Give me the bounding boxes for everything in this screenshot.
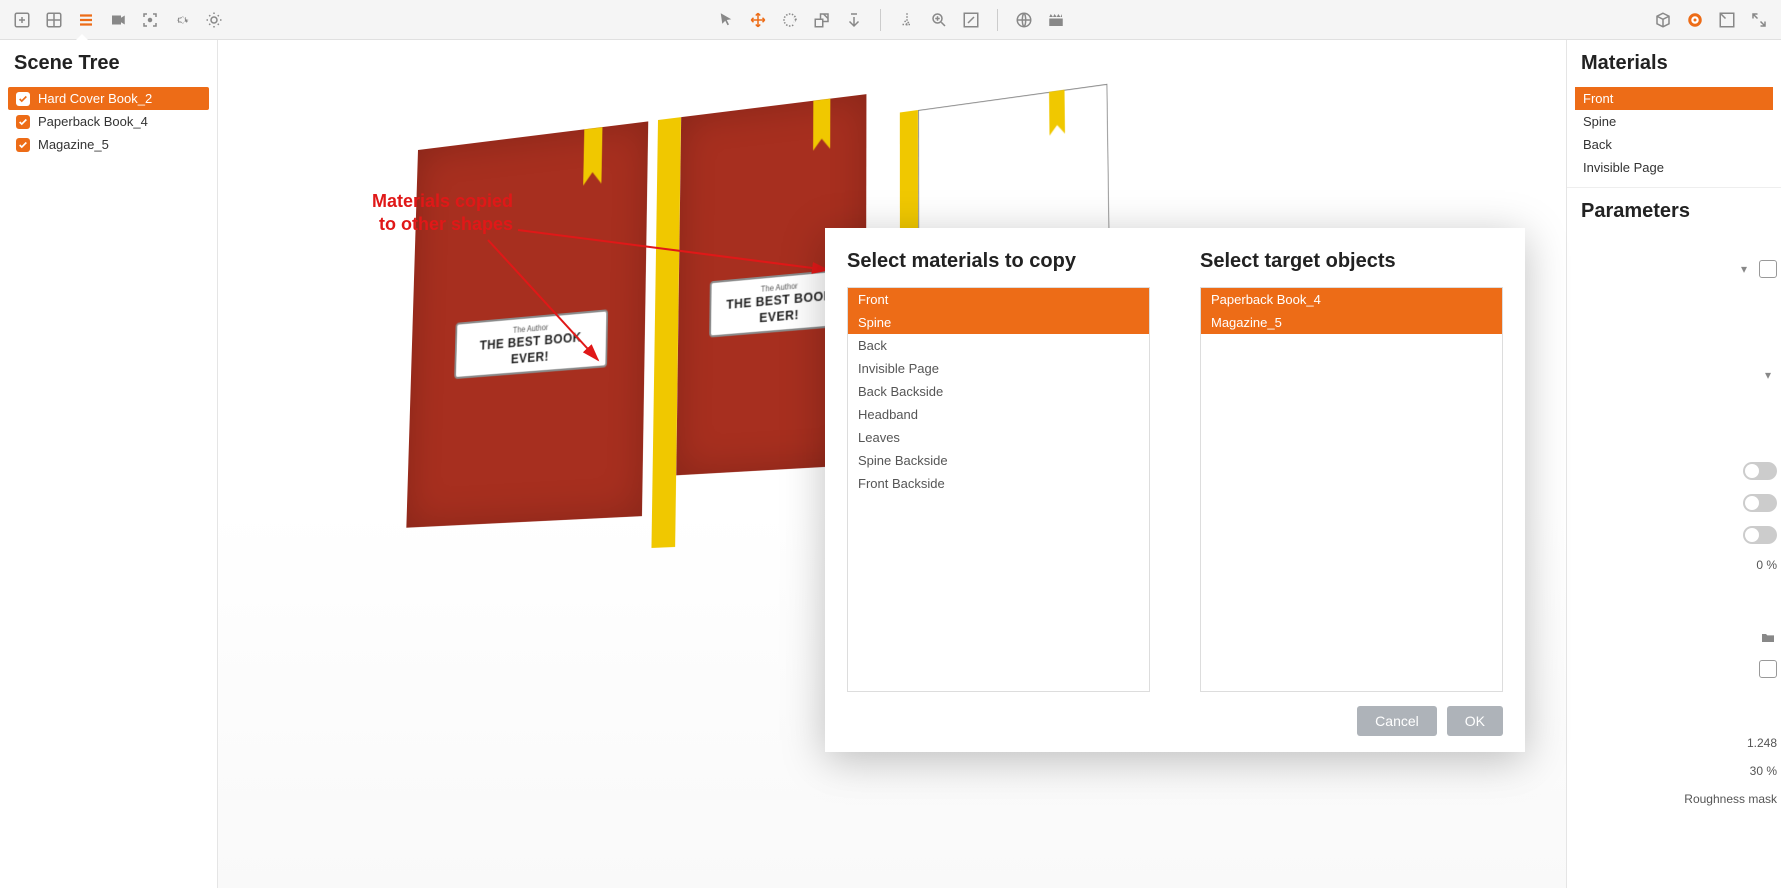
sun-icon[interactable]: [200, 6, 228, 34]
material-item[interactable]: Front: [1575, 87, 1773, 110]
materials-title: Materials: [1567, 40, 1781, 85]
rotate-icon[interactable]: [776, 6, 804, 34]
scale-icon[interactable]: [808, 6, 836, 34]
toolbar-separator: [880, 9, 881, 31]
dialog-material-item[interactable]: Leaves: [848, 426, 1149, 449]
globe-icon[interactable]: [1010, 6, 1038, 34]
material-item[interactable]: Spine: [1575, 110, 1773, 133]
scene-tree-item[interactable]: Hard Cover Book_2: [8, 87, 209, 110]
material-icon[interactable]: [1681, 6, 1709, 34]
tree-item-label: Paperback Book_4: [38, 114, 148, 129]
scene-tree-title: Scene Tree: [0, 40, 217, 85]
value-label: 1.248: [1747, 736, 1777, 750]
dialog-material-item[interactable]: Back: [848, 334, 1149, 357]
grid-icon[interactable]: [40, 6, 68, 34]
scene-tree-item[interactable]: Paperback Book_4: [8, 110, 209, 133]
scene-tree-item[interactable]: Magazine_5: [8, 133, 209, 156]
visibility-checkbox[interactable]: [16, 92, 30, 106]
chevron-down-icon[interactable]: ▾: [1759, 366, 1777, 384]
dialog-material-item[interactable]: Back Backside: [848, 380, 1149, 403]
move-icon[interactable]: [744, 6, 772, 34]
value-label: 0 %: [1756, 558, 1777, 572]
material-item[interactable]: Invisible Page: [1575, 156, 1773, 179]
list-icon[interactable]: [72, 6, 100, 34]
clapper-icon[interactable]: [1042, 6, 1070, 34]
toggle[interactable]: [1743, 462, 1777, 480]
add-icon[interactable]: [8, 6, 36, 34]
dialog-material-item[interactable]: Spine: [848, 311, 1149, 334]
expand-icon[interactable]: [1745, 6, 1773, 34]
parameters-controls: ▾ ▾ 0 % 1.248 30 % Roughness mask: [1684, 260, 1777, 806]
ok-button[interactable]: OK: [1447, 706, 1503, 736]
dialog-target-item[interactable]: Paperback Book_4: [1201, 288, 1502, 311]
toggle[interactable]: [1743, 526, 1777, 544]
scene-tree-panel: Scene Tree Hard Cover Book_2 Paperback Bo…: [0, 40, 218, 888]
value-label: 30 %: [1750, 764, 1777, 778]
cancel-button[interactable]: Cancel: [1357, 706, 1437, 736]
toolbar-separator: [997, 9, 998, 31]
dialog-material-item[interactable]: Spine Backside: [848, 449, 1149, 472]
tree-item-label: Hard Cover Book_2: [38, 91, 152, 106]
snap-icon[interactable]: [893, 6, 921, 34]
tree-item-label: Magazine_5: [38, 137, 109, 152]
dialog-target-item[interactable]: Magazine_5: [1201, 311, 1502, 334]
dialog-targets-list[interactable]: Paperback Book_4Magazine_5: [1200, 287, 1503, 692]
focus-icon[interactable]: [136, 6, 164, 34]
top-toolbar: [0, 0, 1781, 40]
edit-icon[interactable]: [957, 6, 985, 34]
cursor-icon[interactable]: [712, 6, 740, 34]
parameters-title: Parameters: [1567, 187, 1781, 233]
checkbox[interactable]: [1759, 260, 1777, 278]
annotation-arrow: [368, 210, 868, 410]
pivot-icon[interactable]: [840, 6, 868, 34]
panel-icon[interactable]: [1713, 6, 1741, 34]
dialog-right-title: Select target objects: [1200, 250, 1503, 273]
materials-list: FrontSpineBackInvisible Page: [1567, 85, 1781, 181]
dialog-material-item[interactable]: Front: [848, 288, 1149, 311]
scene-tree-list: Hard Cover Book_2 Paperback Book_4 Magazin…: [0, 85, 217, 158]
dialog-material-item[interactable]: Front Backside: [848, 472, 1149, 495]
dialog-left-title: Select materials to copy: [847, 250, 1150, 273]
copy-materials-dialog: Select materials to copy FrontSpineBackI…: [825, 228, 1525, 752]
material-item[interactable]: Back: [1575, 133, 1773, 156]
dialog-material-item[interactable]: Invisible Page: [848, 357, 1149, 380]
gear-icon[interactable]: [168, 6, 196, 34]
checkbox[interactable]: [1759, 660, 1777, 678]
dialog-material-item[interactable]: Headband: [848, 403, 1149, 426]
chevron-down-icon[interactable]: ▾: [1735, 260, 1753, 278]
roughness-mask-label: Roughness mask: [1684, 792, 1777, 806]
cube-icon[interactable]: [1649, 6, 1677, 34]
visibility-checkbox[interactable]: [16, 115, 30, 129]
active-tab-indicator: [76, 34, 88, 40]
camera-icon[interactable]: [104, 6, 132, 34]
dialog-materials-list[interactable]: FrontSpineBackInvisible PageBack Backsid…: [847, 287, 1150, 692]
visibility-checkbox[interactable]: [16, 138, 30, 152]
folder-icon[interactable]: [1759, 630, 1777, 646]
toggle[interactable]: [1743, 494, 1777, 512]
zoom-icon[interactable]: [925, 6, 953, 34]
